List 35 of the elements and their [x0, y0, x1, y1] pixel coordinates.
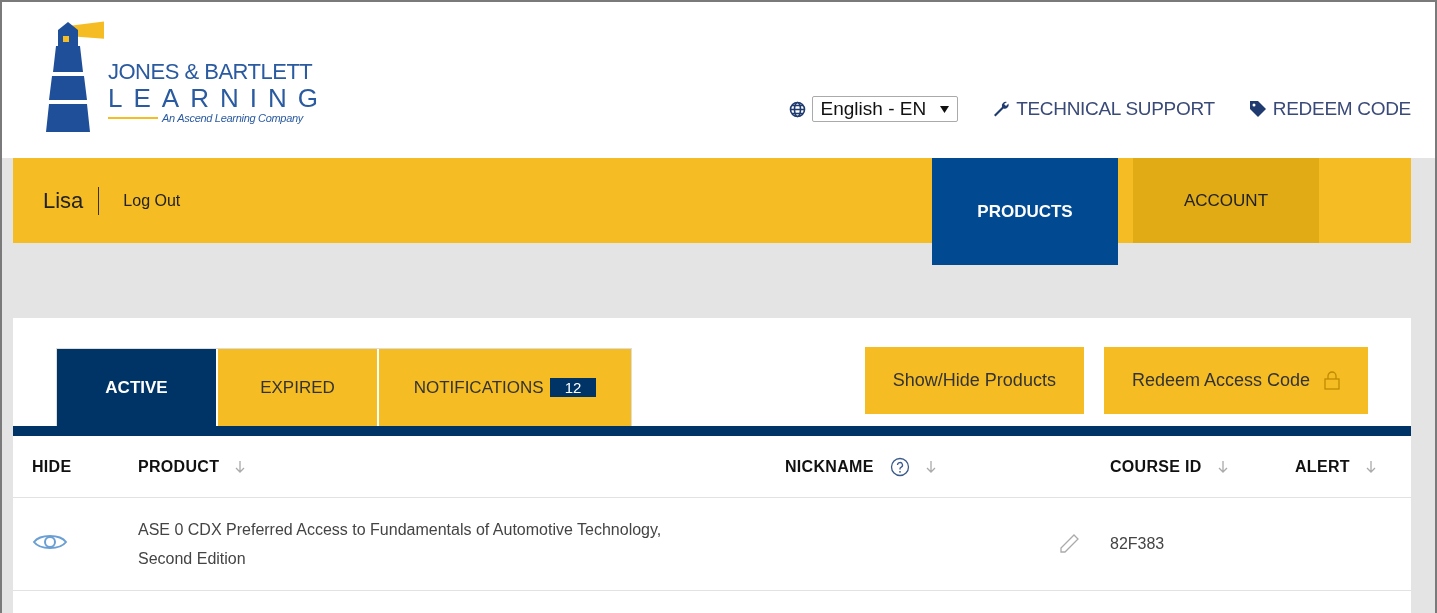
- nav-tab[interactable]: ACCOUNT: [1133, 158, 1319, 243]
- globe-icon: [788, 100, 806, 118]
- logout-link[interactable]: Log Out: [99, 191, 181, 210]
- user-name: Lisa: [43, 186, 100, 215]
- product-tab[interactable]: EXPIRED: [218, 349, 377, 426]
- count-badge: 12: [549, 378, 597, 397]
- sort-arrow-icon[interactable]: [1217, 459, 1228, 474]
- product-tab[interactable]: NOTIFICATIONS 12: [379, 349, 631, 426]
- nav-tab[interactable]: PRODUCTS: [932, 158, 1118, 265]
- logo-tagline: An Ascend Learning Company: [162, 112, 303, 124]
- column-header: COURSE ID: [1110, 457, 1202, 476]
- action-button[interactable]: Show/Hide Products: [864, 347, 1084, 414]
- caret-icon: [940, 105, 950, 113]
- header-link[interactable]: TECHNICAL SUPPORT: [992, 98, 1215, 120]
- wrench-icon: [992, 100, 1011, 118]
- product-tab[interactable]: ACTIVE: [57, 349, 216, 426]
- column-header: HIDE: [32, 457, 72, 476]
- sort-arrow-icon[interactable]: [1365, 459, 1376, 474]
- lock-icon: [1324, 371, 1340, 390]
- sort-arrow-icon[interactable]: [925, 459, 936, 474]
- logo-wordmark: JONES & BARTLETT: [108, 60, 314, 84]
- language-select[interactable]: English - EN: [811, 96, 959, 122]
- product-title: ASE 0 CDX Preferred Access to Fundamentals of Automotive Technology, Second Edition: [138, 520, 663, 569]
- action-button[interactable]: Redeem Access Code: [1103, 347, 1368, 414]
- logo-wordmark: LEARNING: [108, 84, 329, 112]
- column-header: NICKNAME: [785, 457, 874, 476]
- sort-arrow-icon[interactable]: [235, 459, 246, 474]
- course-id: 82F383: [1110, 535, 1166, 553]
- header-link[interactable]: REDEEM CODE: [1248, 98, 1411, 120]
- pencil-icon[interactable]: [1058, 533, 1080, 555]
- help-icon[interactable]: [889, 456, 910, 477]
- tag-icon: [1248, 100, 1267, 118]
- column-header: ALERT: [1295, 457, 1350, 476]
- eye-icon[interactable]: [32, 532, 68, 552]
- column-header: PRODUCT: [138, 457, 220, 476]
